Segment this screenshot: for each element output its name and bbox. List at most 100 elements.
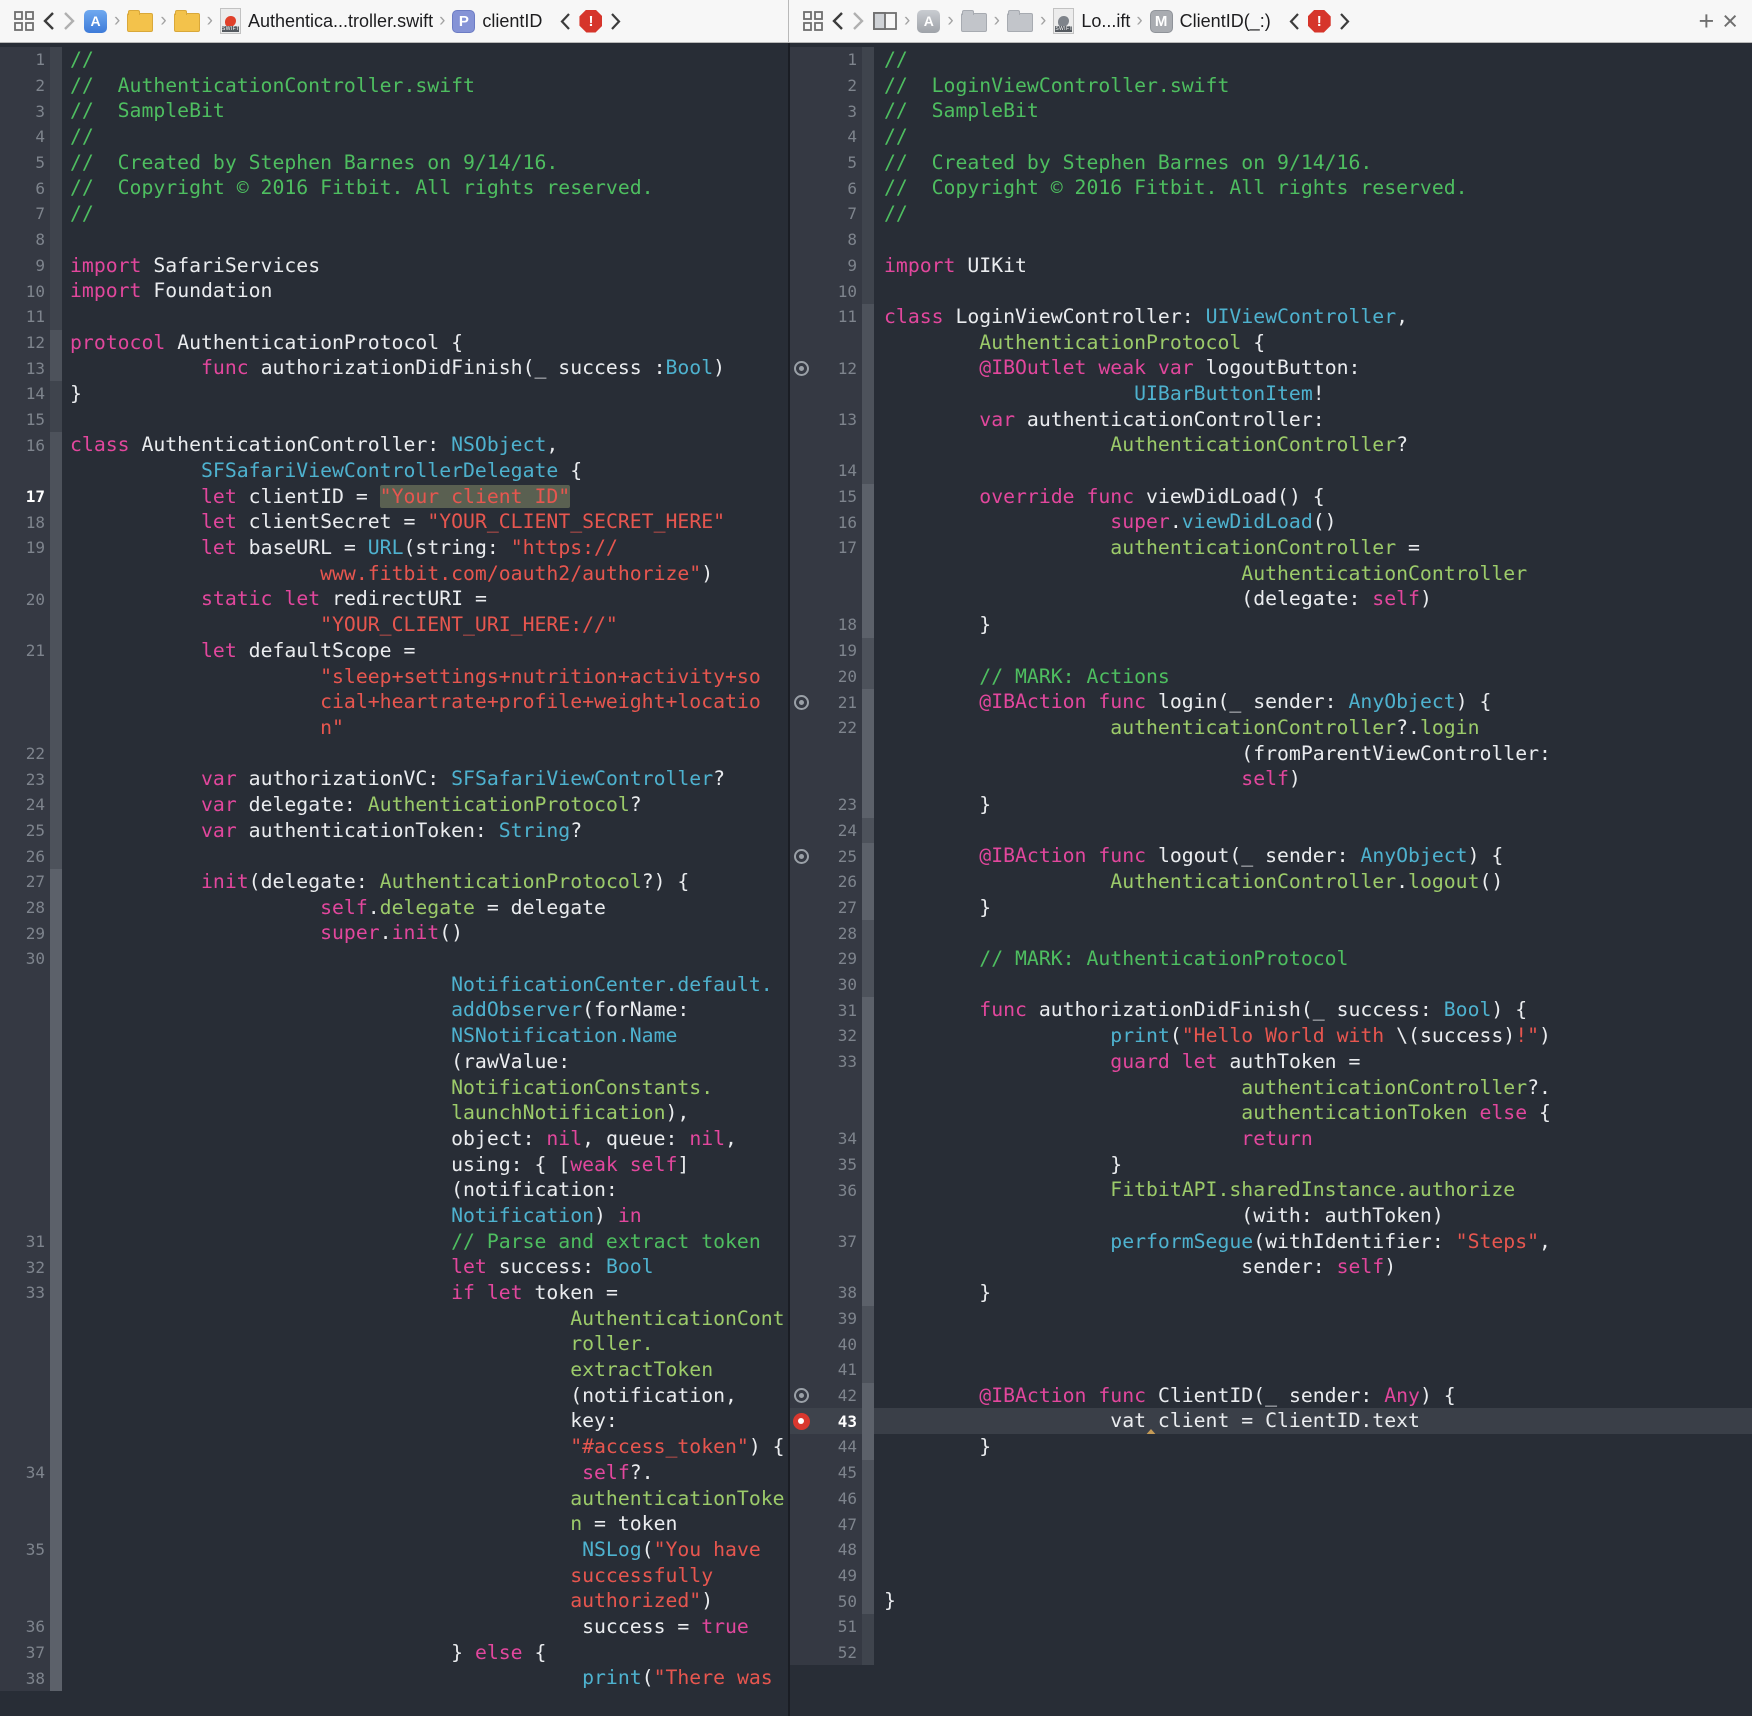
gutter[interactable]: 48 [790, 1536, 874, 1563]
line-number[interactable]: 12 [0, 333, 50, 352]
code-text[interactable] [874, 1563, 1752, 1589]
fold-ribbon[interactable] [862, 458, 874, 484]
forward-chevron-icon[interactable] [63, 11, 76, 31]
fold-ribbon[interactable] [862, 1357, 874, 1383]
line-number[interactable]: 5 [812, 153, 862, 172]
line-number[interactable]: 19 [0, 538, 50, 557]
code-text[interactable]: protocol AuthenticationProtocol { [62, 330, 788, 356]
line-number[interactable]: 2 [0, 76, 50, 95]
gutter[interactable]: 1 [0, 47, 62, 73]
gutter[interactable]: 11 [0, 303, 62, 330]
fold-ribbon[interactable] [50, 1331, 62, 1358]
connection-indicator-icon[interactable] [790, 848, 812, 864]
code-text[interactable] [874, 278, 1752, 304]
line-number[interactable]: 16 [0, 436, 50, 455]
code-line[interactable]: 34 return [790, 1125, 1752, 1152]
gutter[interactable] [0, 1434, 62, 1460]
gutter[interactable] [0, 1023, 62, 1049]
line-number[interactable]: 24 [0, 795, 50, 814]
line-number[interactable]: 34 [812, 1129, 862, 1148]
gutter[interactable]: 25 [790, 843, 874, 869]
code-line[interactable]: NotificationCenter.default. [0, 971, 788, 998]
code-line[interactable]: (fromParentViewController: [790, 740, 1752, 767]
fold-ribbon[interactable] [50, 1254, 62, 1280]
code-text[interactable] [874, 1331, 1752, 1357]
gutter[interactable]: 26 [0, 843, 62, 869]
code-line[interactable]: 3 // SampleBit [0, 98, 788, 125]
line-number[interactable]: 14 [0, 384, 50, 403]
code-line[interactable]: AuthenticationController? [790, 432, 1752, 458]
folder-icon[interactable] [960, 10, 987, 32]
code-text[interactable]: authenticationController?. [874, 1075, 1752, 1101]
fold-ribbon[interactable] [50, 740, 62, 767]
code-line[interactable]: sender: self) [790, 1254, 1752, 1280]
gutter[interactable]: 20 [0, 586, 62, 613]
gutter[interactable]: 37 [790, 1228, 874, 1255]
code-text[interactable]: authorized") [62, 1588, 788, 1614]
code-text[interactable]: key: [62, 1408, 788, 1434]
code-line[interactable]: 23 var authorizationVC: SFSafariViewCont… [0, 766, 788, 792]
code-text[interactable]: (delegate: self) [874, 586, 1752, 612]
line-number[interactable]: 21 [0, 641, 50, 660]
code-line[interactable]: 1 // [0, 47, 788, 73]
gutter[interactable]: 24 [790, 817, 874, 844]
fold-ribbon[interactable] [862, 252, 874, 279]
fold-ribbon[interactable] [862, 303, 874, 330]
code-line[interactable]: extractToken [0, 1357, 788, 1383]
code-text[interactable]: vat client = ClientID.text [874, 1408, 1752, 1435]
related-items-icon[interactable] [14, 11, 34, 31]
fold-ribbon[interactable] [50, 406, 62, 433]
code-line[interactable]: 52 [790, 1639, 1752, 1666]
fold-ribbon[interactable] [862, 869, 874, 895]
code-text[interactable]: www.fitbit.com/oauth2/authorize") [62, 561, 788, 587]
code-text[interactable]: let success: Bool [62, 1254, 788, 1280]
code-line[interactable]: 4 // [0, 124, 788, 150]
symbol-crumb[interactable]: ClientID(_:) [1180, 11, 1271, 32]
code-line[interactable]: 43 vat client = ClientID.text [790, 1408, 1752, 1435]
line-number[interactable]: 6 [0, 179, 50, 198]
line-number[interactable]: 20 [812, 667, 862, 686]
code-line[interactable]: NSNotification.Name [0, 1023, 788, 1049]
folder-icon[interactable] [173, 10, 200, 32]
code-line[interactable]: 10 import Foundation [0, 278, 788, 304]
code-line[interactable]: authenticationController?. [790, 1074, 1752, 1101]
fold-ribbon[interactable] [50, 1074, 62, 1101]
line-number[interactable]: 23 [812, 795, 862, 814]
swift-file-icon[interactable]: SWIFT [219, 8, 241, 34]
gutter[interactable]: 12 [0, 329, 62, 356]
line-number[interactable]: 38 [812, 1283, 862, 1302]
line-number[interactable]: 7 [0, 204, 50, 223]
code-text[interactable]: } [874, 895, 1752, 921]
gutter[interactable] [0, 1331, 62, 1358]
code-line[interactable]: n" [0, 714, 788, 741]
code-text[interactable]: override func viewDidLoad() { [874, 484, 1752, 510]
code-text[interactable]: let baseURL = URL(string: "https:// [62, 535, 788, 561]
code-text[interactable] [62, 304, 788, 330]
code-text[interactable]: @IBAction func ClientID(_ sender: Any) { [874, 1383, 1752, 1409]
gutter[interactable] [790, 329, 874, 356]
gutter[interactable] [790, 380, 874, 407]
code-text[interactable] [62, 407, 788, 433]
code-text[interactable]: SFSafariViewControllerDelegate { [62, 458, 788, 484]
line-number[interactable]: 35 [0, 1540, 50, 1559]
fold-ribbon[interactable] [50, 1639, 62, 1666]
code-text[interactable] [874, 227, 1752, 253]
code-line[interactable]: n = token [0, 1511, 788, 1537]
code-line[interactable]: 21 let defaultScope = [0, 637, 788, 664]
gutter[interactable] [790, 586, 874, 613]
line-number[interactable]: 19 [812, 641, 862, 660]
fold-ribbon[interactable] [50, 920, 62, 947]
fold-ribbon[interactable] [50, 1408, 62, 1435]
gutter[interactable] [790, 1074, 874, 1101]
code-line[interactable]: "sleep+settings+nutrition+activity+so [0, 663, 788, 690]
back-chevron-icon[interactable] [42, 11, 55, 31]
code-line[interactable]: 41 [790, 1357, 1752, 1383]
gutter[interactable]: 26 [790, 869, 874, 895]
gutter[interactable]: 45 [790, 1459, 874, 1486]
line-number[interactable]: 2 [812, 76, 862, 95]
project-icon[interactable]: A [84, 9, 107, 33]
fold-ribbon[interactable] [862, 1074, 874, 1101]
line-number[interactable]: 40 [812, 1335, 862, 1354]
gutter[interactable] [0, 1100, 62, 1126]
code-text[interactable]: // [62, 201, 788, 227]
